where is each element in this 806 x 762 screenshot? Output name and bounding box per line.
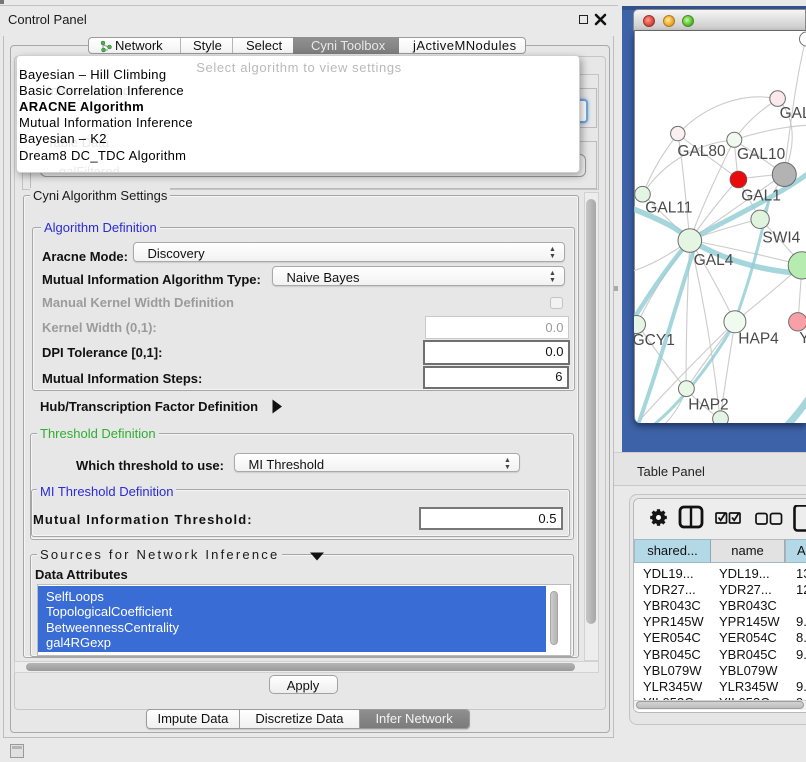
svg-text:GAL1: GAL1 [741, 188, 781, 205]
svg-text:GAL7: GAL7 [780, 105, 806, 122]
svg-text:Y: Y [799, 330, 806, 347]
svg-text:HAP2: HAP2 [688, 397, 729, 414]
svg-text:GAL80: GAL80 [677, 143, 726, 160]
svg-text:GAL11: GAL11 [645, 200, 692, 217]
svg-text:GAL10: GAL10 [737, 146, 786, 163]
svg-text:HAP4: HAP4 [738, 331, 779, 348]
svg-text:SWI4: SWI4 [762, 230, 800, 247]
svg-text:GCY1: GCY1 [634, 332, 675, 349]
svg-text:GAL4: GAL4 [694, 252, 734, 269]
